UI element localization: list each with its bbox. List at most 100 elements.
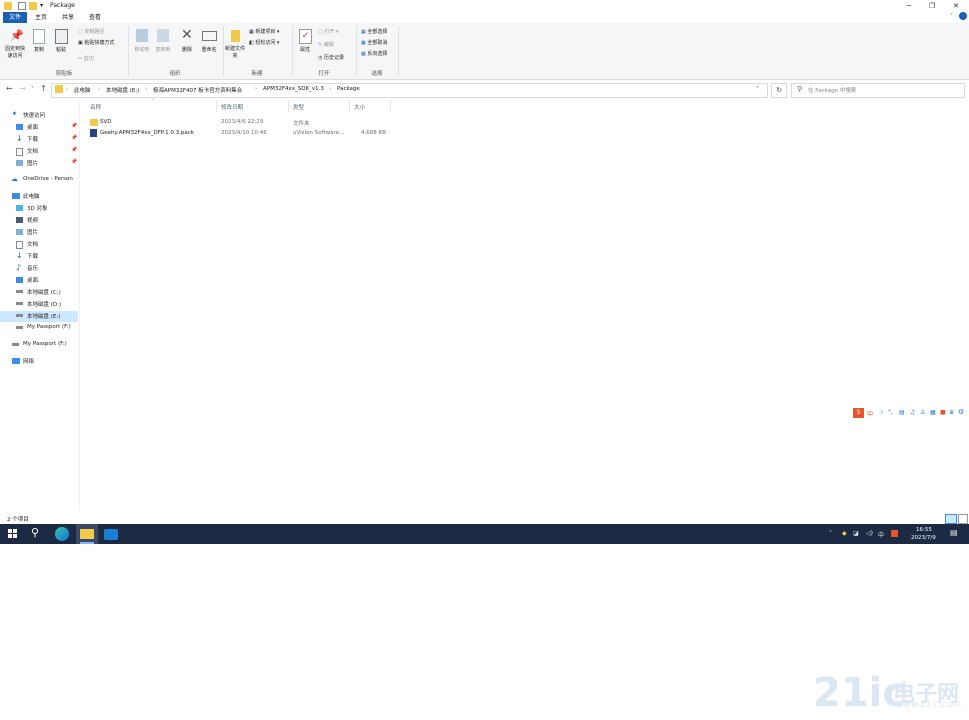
minimize-button[interactable]: ─ <box>897 0 921 12</box>
volume-icon[interactable]: ◁) <box>866 530 873 537</box>
nav-videos[interactable]: 视频 <box>27 216 38 224</box>
nav-onedrive[interactable]: OneDrive - Person <box>23 176 73 182</box>
sogou-tray-icon[interactable] <box>891 530 898 537</box>
paste-shortcut-button[interactable]: ▣ 粘贴快捷方式 <box>78 39 114 46</box>
ime-language[interactable]: 中 <box>867 409 873 418</box>
ime-punct-icon[interactable]: °, <box>888 409 893 416</box>
taskbar-ime-label[interactable]: 中 <box>878 530 884 539</box>
tab-file[interactable]: 文件 <box>3 12 28 23</box>
breadcrumb-chevron-icon[interactable]: › <box>66 86 68 92</box>
ime-toolbox-icon[interactable]: ▦ <box>930 409 936 416</box>
nav-downloads[interactable]: 下载 <box>27 252 38 260</box>
history-button[interactable]: ◷ 历史记录 <box>318 54 344 61</box>
tab-home[interactable]: 主页 <box>29 12 53 23</box>
nav-quick-documents[interactable]: 文档 <box>27 147 38 155</box>
copy-button[interactable]: 复制 <box>30 46 48 53</box>
forward-arrow-icon[interactable]: → <box>19 84 26 93</box>
breadcrumb-chevron-icon[interactable]: › <box>329 86 331 92</box>
nav-this-pc[interactable]: 此电脑 <box>23 192 40 200</box>
clock-time[interactable]: 16:55 <box>916 527 932 533</box>
pin-icon[interactable]: 📌 <box>71 159 77 165</box>
file-name[interactable]: SVD <box>100 119 112 125</box>
nav-music[interactable]: 音乐 <box>27 264 38 272</box>
column-header-size[interactable]: 大小 <box>354 103 365 111</box>
notification-icon[interactable]: ▤ <box>950 528 958 537</box>
ime-logo-icon[interactable]: S <box>853 408 864 418</box>
nav-my-passport[interactable]: My Passport (F:) <box>23 341 67 347</box>
nav-quick-downloads[interactable]: 下载 <box>27 135 38 143</box>
easy-access-button[interactable]: ◧ 轻松访问 ▾ <box>249 39 279 46</box>
details-view-icon[interactable] <box>945 514 957 524</box>
restore-button[interactable]: ❐ <box>920 0 944 12</box>
tab-share[interactable]: 共享 <box>56 12 80 23</box>
expand-ribbon-icon[interactable]: ˅ <box>950 13 953 20</box>
breadcrumb-chevron-icon[interactable]: › <box>98 86 100 92</box>
pin-icon[interactable]: 📌 <box>71 135 77 141</box>
ime-keyboard-icon[interactable]: ▤ <box>899 409 905 416</box>
column-separator[interactable] <box>390 100 391 112</box>
file-name[interactable]: Geehy.APM32F4xx_DFP.1.0.3.pack <box>100 130 194 136</box>
select-none-button[interactable]: ▦ 全部取消 <box>361 39 387 46</box>
delete-button[interactable]: 删除 <box>178 46 196 53</box>
rename-button[interactable]: 重命名 <box>197 46 221 53</box>
nav-drive-d[interactable]: 本地磁盘 (D:) <box>27 300 61 308</box>
ime-voice-icon[interactable]: ♫ <box>910 409 915 416</box>
new-item-button[interactable]: ▦ 新建项目 ▾ <box>249 28 279 35</box>
security-shield-icon[interactable]: ◆ <box>842 530 847 537</box>
new-folder-button[interactable]: 新建文件夹 <box>224 46 246 60</box>
nav-network[interactable]: 网络 <box>23 357 34 365</box>
breadcrumb-chevron-icon[interactable]: › <box>145 86 147 92</box>
invert-selection-button[interactable]: ▦ 反向选择 <box>361 50 387 57</box>
nav-pictures[interactable]: 图片 <box>27 228 38 236</box>
nav-quick-pictures[interactable]: 图片 <box>27 159 38 167</box>
search-icon[interactable]: ⚲ <box>31 526 39 539</box>
ime-skin-icon[interactable]: ♛ <box>949 409 954 416</box>
network-icon[interactable]: ◪ <box>853 530 859 537</box>
new-folder-icon[interactable] <box>29 2 37 10</box>
ime-moon-icon[interactable]: ☽ <box>878 409 883 416</box>
copy-to-button[interactable]: 复制到 <box>151 46 175 53</box>
nav-quick-access[interactable]: 快速访问 <box>23 111 45 119</box>
mail-icon[interactable] <box>104 529 118 540</box>
column-separator[interactable] <box>288 100 289 112</box>
breadcrumb-apm32-folder[interactable]: 极海APM32F407 板卡官方资料集合 <box>153 86 242 94</box>
up-arrow-icon[interactable]: ↑ <box>40 84 47 93</box>
pin-icon[interactable]: 📌 <box>71 123 77 129</box>
column-header-date[interactable]: 修改日期 <box>221 103 243 111</box>
breadcrumb-this-pc[interactable]: 此电脑 <box>74 86 91 94</box>
edge-browser-icon[interactable] <box>55 527 69 541</box>
recent-dropdown-icon[interactable]: ˅ <box>31 86 34 93</box>
search-input[interactable]: 在 Package 中搜索 <box>808 86 856 94</box>
breadcrumb-package[interactable]: Package <box>337 86 360 92</box>
tab-view[interactable]: 查看 <box>83 12 107 23</box>
column-header-name[interactable]: 名称 <box>90 103 101 111</box>
ime-settings-icon[interactable]: ⚙ <box>958 408 964 416</box>
clock-date[interactable]: 2023/7/9 <box>911 535 936 541</box>
help-icon[interactable] <box>959 12 967 20</box>
nav-drive-c[interactable]: 本地磁盘 (C:) <box>27 288 61 296</box>
back-arrow-icon[interactable]: ← <box>6 84 13 93</box>
select-all-button[interactable]: ▦ 全部选择 <box>361 28 387 35</box>
nav-drive-e[interactable]: 本地磁盘 (E:) <box>27 312 60 320</box>
chevron-down-icon[interactable]: ▾ <box>40 2 43 9</box>
paste-button[interactable]: 粘贴 <box>52 46 70 53</box>
refresh-icon[interactable]: ↻ <box>771 83 787 98</box>
nav-3d-objects[interactable]: 3D 对象 <box>27 204 47 212</box>
close-button[interactable]: ✕ <box>944 0 968 12</box>
ime-video-icon[interactable]: ■ <box>940 409 946 416</box>
nav-desktop[interactable]: 桌面 <box>27 276 38 284</box>
ime-user-icon[interactable]: ♙ <box>920 409 925 416</box>
column-separator[interactable] <box>216 100 217 112</box>
column-separator[interactable] <box>349 100 350 112</box>
pin-quick-access-button[interactable]: 固定到快速访问 <box>3 46 27 60</box>
nav-documents[interactable]: 文档 <box>27 240 38 248</box>
address-dropdown-icon[interactable]: ˅ <box>756 86 759 93</box>
breadcrumb-chevron-icon[interactable]: › <box>255 86 257 92</box>
breadcrumb-drive-e[interactable]: 本地磁盘 (E:) <box>106 86 139 94</box>
pin-icon[interactable]: 📌 <box>71 147 77 153</box>
column-header-type[interactable]: 类型 <box>293 103 304 111</box>
nav-drive-f[interactable]: My Passport (F:) <box>27 324 71 330</box>
chevron-up-icon[interactable]: ˄ <box>829 530 832 537</box>
breadcrumb-sdk-folder[interactable]: APM32F4xx_SDK_v1.3 <box>263 86 324 92</box>
windows-start-icon[interactable] <box>8 529 18 539</box>
